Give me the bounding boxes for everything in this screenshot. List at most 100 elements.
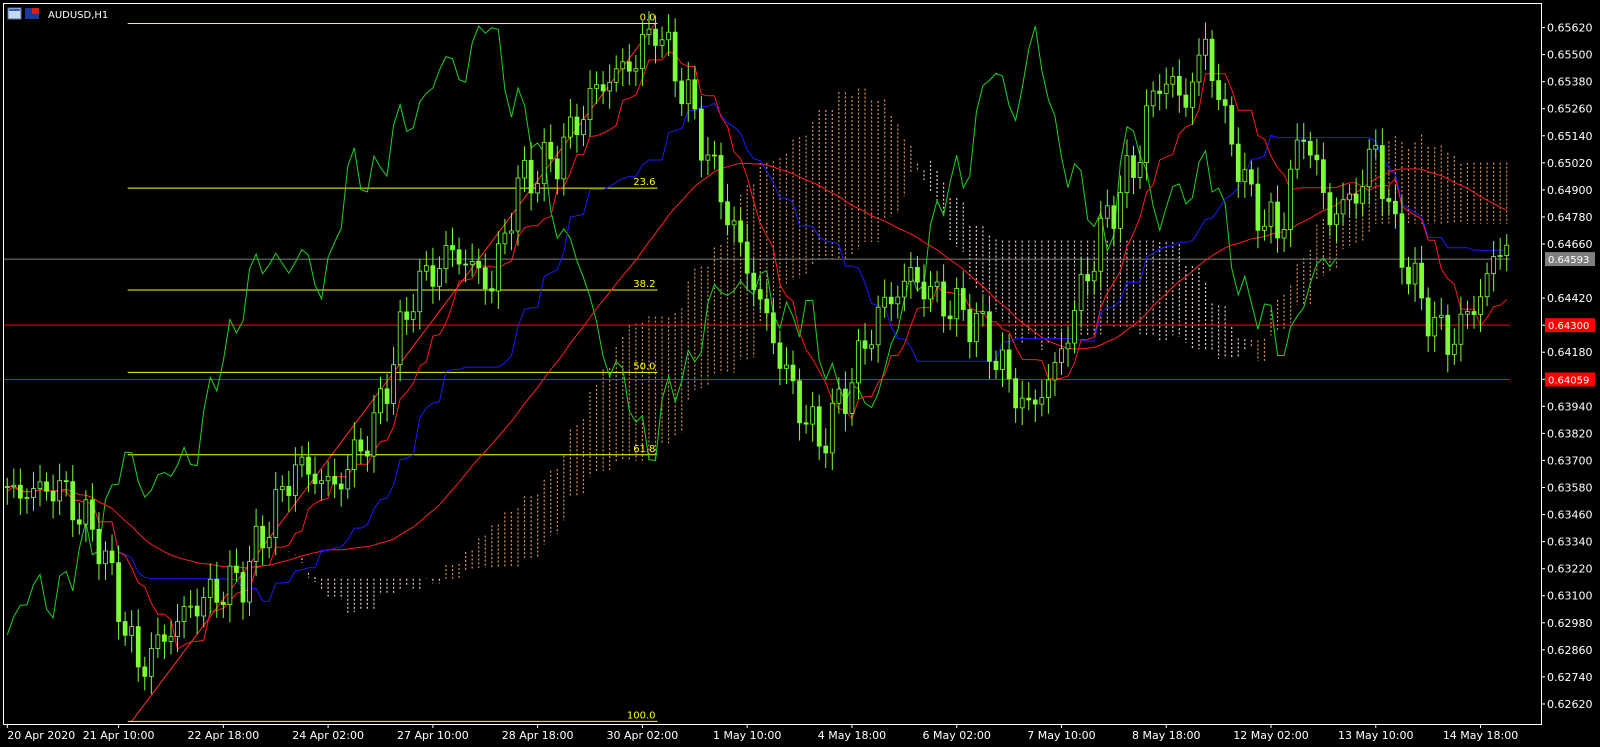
candle-body [1353, 193, 1359, 204]
candle-body [1111, 205, 1117, 229]
candle-body [1059, 348, 1064, 363]
candle-body [1406, 266, 1411, 285]
fib-level-label: 61.8 [633, 444, 655, 455]
candle-body [535, 183, 541, 194]
candle-body [613, 68, 619, 83]
y-tick-label: 0.63940 [1547, 400, 1593, 413]
symbol-label: AUDUSD,H1 [48, 10, 108, 21]
x-tick-label: 12 May 02:00 [1233, 729, 1308, 742]
candle-body [653, 28, 658, 46]
fib-level-label: 23.6 [633, 177, 655, 188]
candle-body [1203, 38, 1208, 56]
candle-body [220, 601, 226, 605]
candle-body [640, 34, 645, 70]
candle-body [266, 537, 272, 549]
y-tick-label: 0.65260 [1547, 103, 1593, 116]
fib-level-label: 38.2 [633, 279, 655, 290]
candle-body [626, 61, 632, 72]
candle-body [378, 388, 383, 414]
candle-body [875, 306, 881, 346]
candle-body [1039, 397, 1045, 405]
y-tick-label: 0.63700 [1547, 454, 1593, 467]
candle-body [1013, 378, 1019, 409]
candle-body [391, 364, 396, 404]
candle-body [1124, 155, 1130, 194]
candle-body [325, 476, 331, 482]
candle-body [450, 245, 455, 251]
candle-body [823, 445, 829, 454]
candle-body [365, 450, 370, 457]
candle-body [515, 177, 521, 232]
candle-body [1275, 201, 1280, 239]
candle-body [666, 31, 671, 41]
candle-body [404, 311, 410, 320]
candle-body [869, 344, 874, 349]
fib-level-label: 100.0 [627, 710, 656, 721]
candle-body [76, 519, 82, 525]
y-tick-label: 0.63820 [1547, 427, 1593, 440]
candle-body [620, 61, 626, 70]
candle-body [568, 116, 573, 138]
candle-body [129, 626, 135, 636]
candle-body [1144, 105, 1149, 163]
candle-body [960, 288, 966, 310]
candle-body [260, 525, 266, 549]
candle-body [181, 606, 187, 622]
y-tick-label: 0.62740 [1547, 671, 1593, 684]
candle-body [685, 79, 691, 105]
candle-body [659, 39, 665, 46]
y-tick-label: 0.65380 [1547, 76, 1593, 89]
candle-body [901, 280, 907, 298]
candle-body [784, 364, 789, 369]
candle-body [731, 220, 737, 226]
candle-body [849, 382, 855, 414]
candle-body [109, 550, 115, 564]
candle-body [1235, 143, 1241, 183]
candle-body [803, 422, 809, 425]
candle-body [1497, 255, 1503, 258]
candle-body [371, 412, 377, 457]
candle-body [862, 340, 868, 349]
y-tick-label: 0.64660 [1547, 238, 1593, 251]
x-tick-label: 30 Apr 02:00 [607, 729, 679, 742]
candle-body [482, 267, 488, 290]
candle-body [142, 666, 148, 677]
candle-body [299, 456, 305, 466]
candle-body [679, 80, 685, 105]
candle-body [162, 634, 167, 642]
candle-body [790, 364, 796, 382]
candle-body [423, 265, 429, 272]
candle-body [168, 636, 174, 642]
candle-body [1163, 83, 1169, 94]
candle-body [908, 267, 914, 282]
candle-body [148, 648, 154, 677]
candle-body [410, 311, 416, 320]
candle-body [934, 281, 940, 287]
candle-body [587, 87, 593, 121]
x-tick-label: 8 May 18:00 [1132, 729, 1200, 742]
candle-body [1438, 314, 1444, 318]
candle-body [96, 528, 102, 565]
candle-body [286, 486, 292, 496]
candle-body [1327, 192, 1333, 226]
candle-body [1190, 81, 1195, 108]
candle-body [771, 312, 776, 344]
candle-body [888, 296, 894, 305]
candle-body [57, 480, 63, 502]
candle-body [4, 486, 10, 489]
candle-body [1098, 217, 1104, 272]
candle-body [574, 116, 580, 136]
candle-body [345, 469, 351, 490]
candle-body [646, 28, 652, 35]
candle-body [11, 484, 17, 488]
y-tick-label: 0.63460 [1547, 509, 1593, 522]
chart-canvas[interactable]: 0.023.638.250.061.8100.0 0.656200.655000… [0, 0, 1600, 747]
candle-body [495, 243, 501, 292]
y-tick-label: 0.62860 [1547, 644, 1593, 657]
candle-body [437, 268, 442, 287]
candle-body [1046, 379, 1051, 398]
candle-body [31, 488, 36, 498]
candle-body [895, 296, 901, 305]
candle-body [698, 108, 704, 161]
candle-body [744, 241, 750, 274]
